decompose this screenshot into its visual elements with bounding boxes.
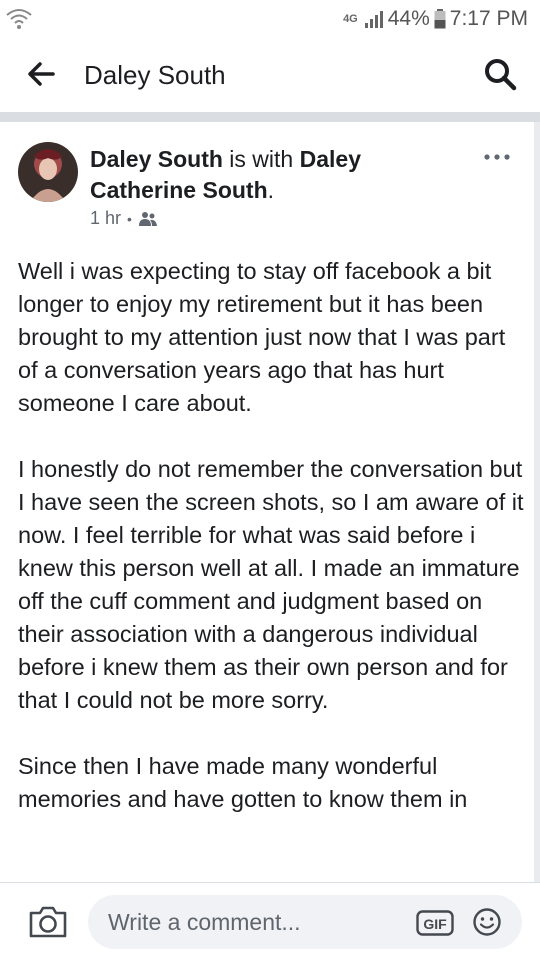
page-title: Daley South xyxy=(84,60,226,90)
post-paragraph: I honestly do not remember the conversat… xyxy=(18,456,524,713)
section-divider xyxy=(0,112,540,122)
comment-input[interactable]: Write a comment... GIF xyxy=(88,895,522,949)
camera-icon[interactable] xyxy=(28,905,68,939)
wifi-icon xyxy=(6,9,32,29)
post-body: Well i was expecting to stay off faceboo… xyxy=(18,255,530,849)
network-type: 4G xyxy=(343,13,358,25)
period: . xyxy=(267,177,275,203)
more-options-icon[interactable] xyxy=(482,152,512,162)
clock: 7:17 PM xyxy=(449,7,528,30)
comment-bar: Write a comment... GIF xyxy=(0,882,540,960)
post-time[interactable]: 1 hr xyxy=(90,208,121,229)
friends-icon xyxy=(138,211,157,226)
emoji-icon[interactable] xyxy=(472,907,502,937)
back-arrow-icon[interactable] xyxy=(26,60,56,88)
meta-separator: • xyxy=(127,210,132,227)
scrollbar[interactable] xyxy=(534,122,540,882)
post-paragraph: Since then I have made many wonderful me… xyxy=(18,753,468,812)
with-text: is with xyxy=(222,146,300,172)
post-card: Daley South is with Daley Catherine Sout… xyxy=(0,122,534,882)
post-paragraph: Well i was expecting to stay off faceboo… xyxy=(18,258,506,416)
status-indicators: 4G 44% 7:17 PM xyxy=(343,6,528,32)
status-bar: 4G 44% 7:17 PM xyxy=(0,0,540,38)
comment-placeholder: Write a comment... xyxy=(108,909,301,935)
avatar[interactable] xyxy=(18,142,78,202)
svg-text:GIF: GIF xyxy=(423,916,447,932)
battery-icon xyxy=(434,9,446,29)
author-name[interactable]: Daley South xyxy=(90,146,223,172)
search-icon[interactable] xyxy=(482,56,518,92)
battery-percent: 44% xyxy=(387,7,430,30)
post-author-line: Daley South is with Daley Catherine Sout… xyxy=(90,144,450,206)
signal-icon xyxy=(364,11,383,28)
post-meta: 1 hr • xyxy=(90,208,158,229)
avatar-image xyxy=(18,142,78,202)
gif-icon[interactable]: GIF xyxy=(416,910,454,936)
app-header: Daley South xyxy=(0,38,540,112)
